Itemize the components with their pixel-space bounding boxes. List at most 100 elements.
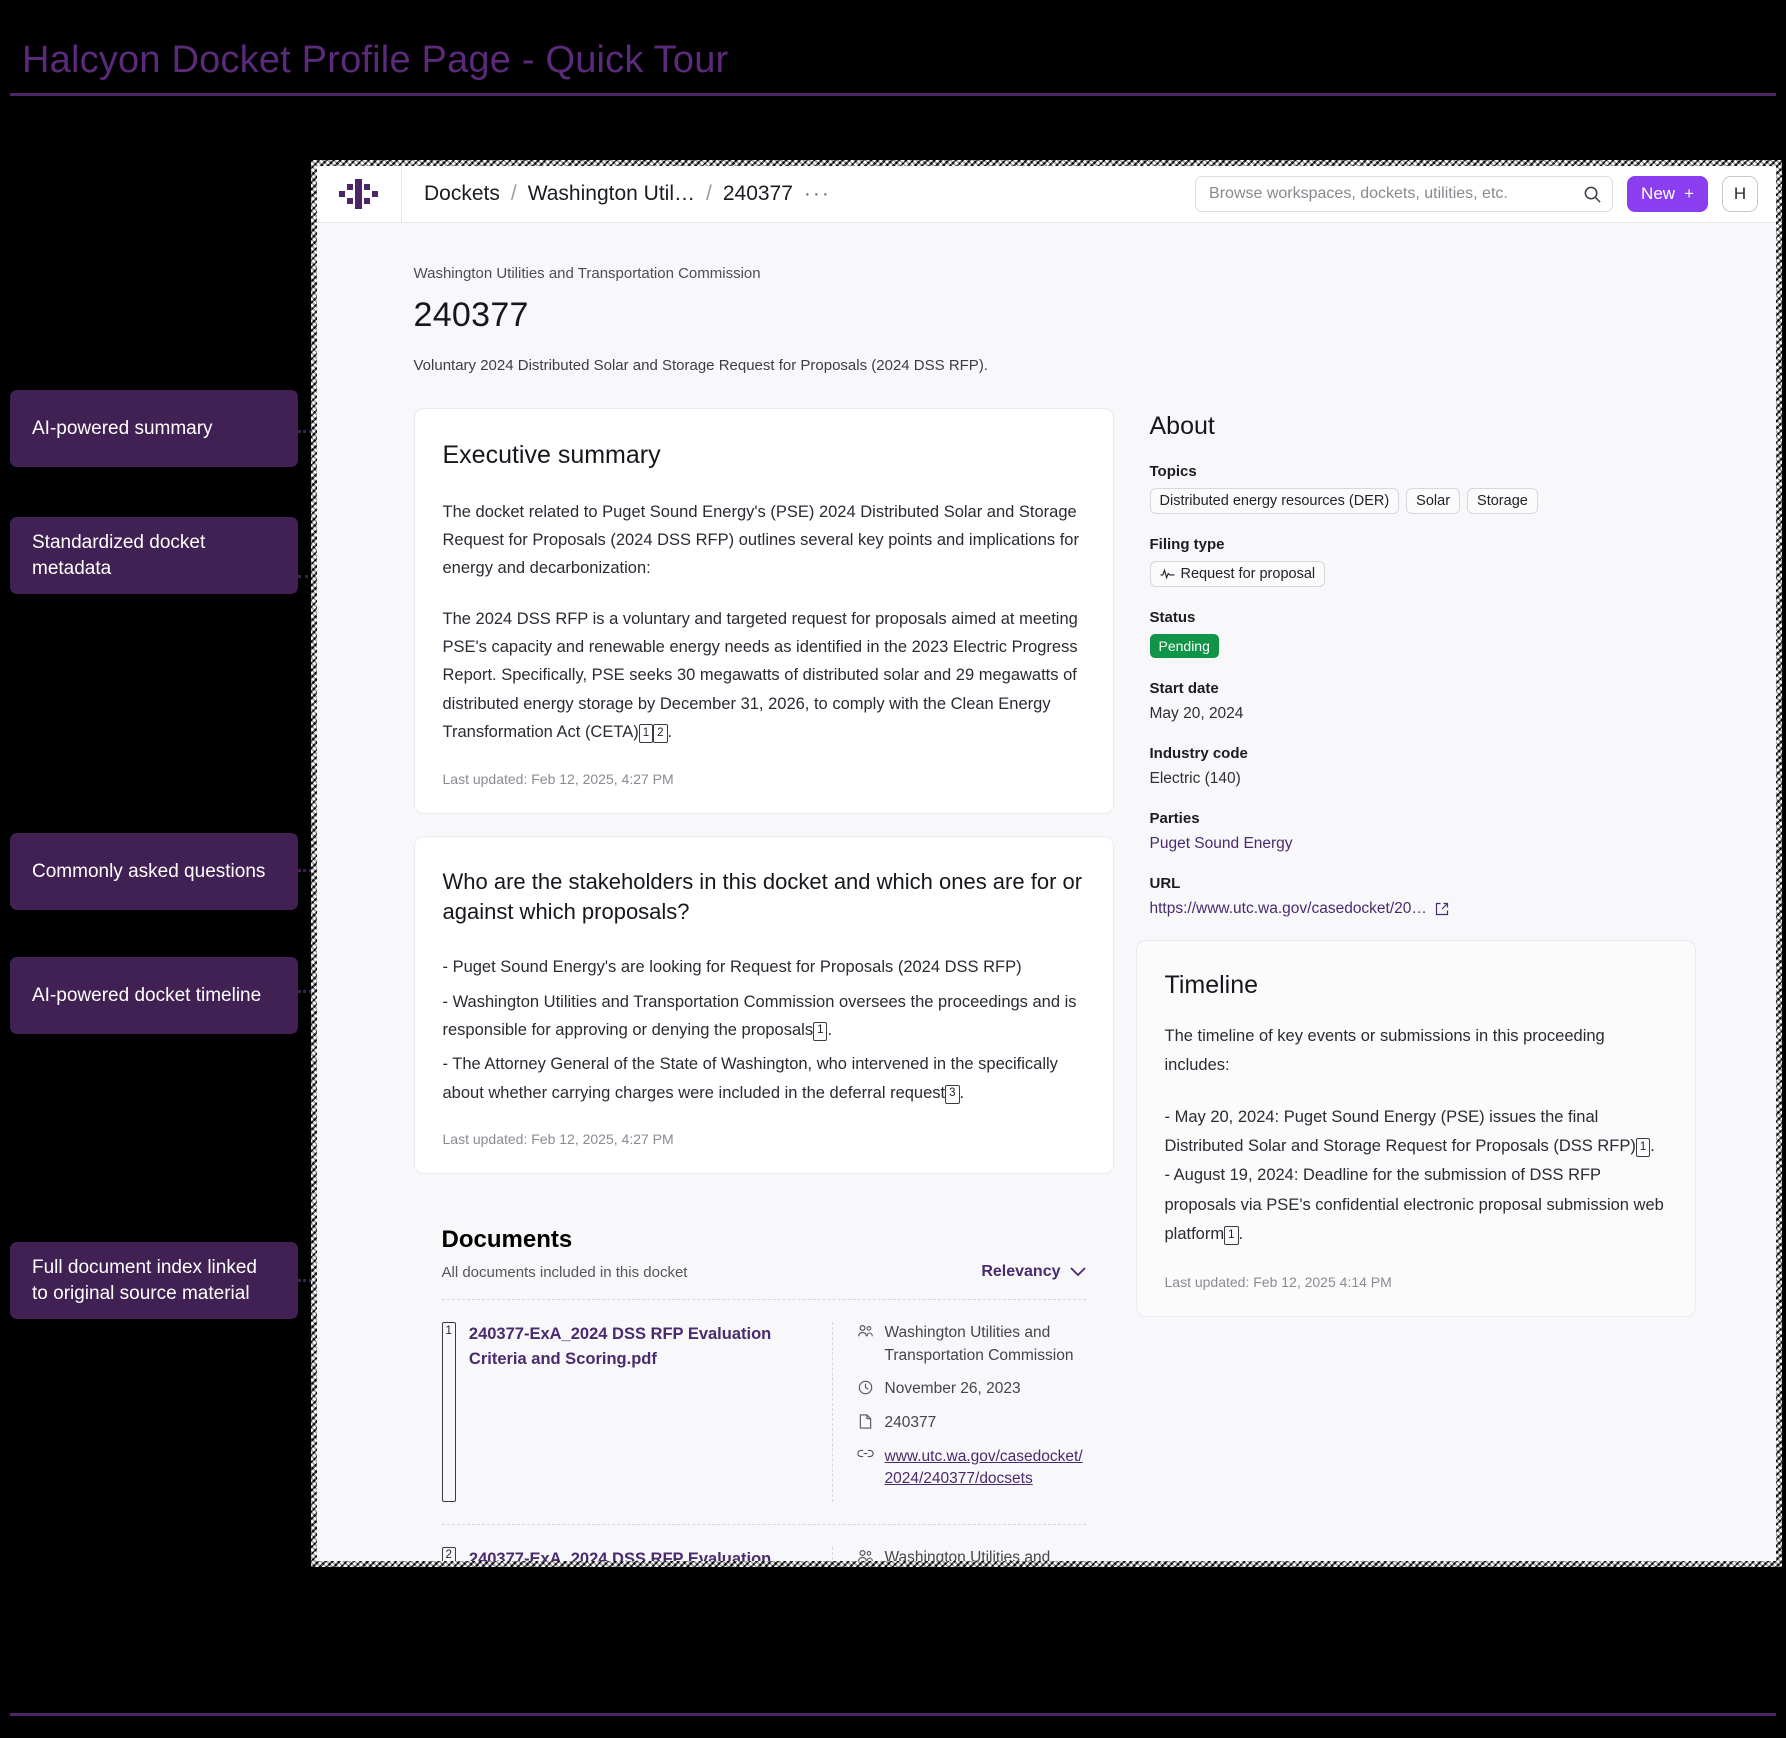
search-icon[interactable] [1583,185,1602,204]
breadcrumb-overflow-icon[interactable]: ··· [804,182,831,206]
author-text: Washington Utilities and Transportation … [885,1322,1086,1367]
page-title: 240377 [414,296,1692,335]
last-updated: Last updated: Feb 12, 2025 4:14 PM [1165,1274,1667,1290]
about-start-date: Start date May 20, 2024 [1150,680,1696,723]
timeline-item-tail: . [1650,1137,1655,1155]
filing-type-label: Filing type [1150,536,1696,553]
about-topics: Topics Distributed energy resources (DER… [1150,463,1696,514]
documents-section: Documents All documents included in this… [414,1196,1114,1561]
side-column: About Topics Distributed energy resource… [1136,408,1696,1317]
app-window: Dockets / Washington Util… / 240377 ··· … [317,166,1776,1561]
breadcrumb-item-dockets[interactable]: Dockets [424,182,500,206]
bottom-divider [10,1713,1776,1716]
faq-card: Who are the stakeholders in this docket … [414,836,1114,1175]
topic-chip[interactable]: Distributed energy resources (DER) [1150,488,1400,514]
document-meta-cell: Washington Utilities and Transportation … [833,1547,1086,1561]
topic-chip[interactable]: Storage [1467,488,1538,514]
external-link-icon[interactable] [1435,902,1449,916]
sort-dropdown[interactable]: Relevancy [981,1263,1085,1281]
industry-code-label: Industry code [1150,745,1696,762]
callout-timeline: AI-powered docket timeline [10,957,298,1034]
breadcrumb-item-docket[interactable]: 240377 [723,182,793,206]
paragraph-text: The 2024 DSS RFP is a voluntary and targ… [443,610,1078,742]
bullet-tail: . [960,1084,965,1102]
document-link[interactable]: 240377-ExA_2024 DSS RFP Evaluation Crite… [469,1322,814,1502]
documents-header: Documents All documents included in this… [442,1226,1086,1281]
new-button[interactable]: New + [1627,176,1708,212]
people-icon [857,1549,874,1561]
citation-chip[interactable]: 2 [442,1547,456,1561]
docket-header: Washington Utilities and Transportation … [402,265,1692,374]
table-row[interactable]: 2 240377-ExA_2024 DSS RFP Evaluation Cri… [442,1524,1086,1561]
timeline-item-1: - May 20, 2024: Puget Sound Energy (PSE)… [1165,1103,1667,1162]
avatar[interactable]: H [1722,176,1758,212]
topic-chip[interactable]: Solar [1406,488,1460,514]
last-updated: Last updated: Feb 12, 2025, 4:27 PM [443,1131,1085,1147]
document-title-cell: 1 240377-ExA_2024 DSS RFP Evaluation Cri… [442,1322,832,1502]
timeline-heading: Timeline [1165,971,1667,1000]
clock-icon [857,1380,874,1395]
url-link[interactable]: www.utc.wa.gov/casedocket/2024/240377/do… [885,1446,1086,1491]
page-body: Washington Utilities and Transportation … [317,223,1776,1561]
faq-bullet-1: - Puget Sound Energy's are looking for R… [443,953,1085,981]
document-link[interactable]: 240377-ExA_2024 DSS RFP Evaluation Crite… [469,1547,814,1561]
filing-type-chip[interactable]: Request for proposal [1150,561,1326,587]
topics-chip-list: Distributed energy resources (DER) Solar… [1150,488,1696,514]
citation-chip[interactable]: 1 [813,1022,827,1041]
citation-chip[interactable]: 1 [442,1322,456,1502]
search-input[interactable] [1209,185,1583,203]
two-column-layout: Executive summary The docket related to … [402,408,1692,1561]
plus-icon: + [1684,184,1694,204]
timeline-intro: The timeline of key events or submission… [1165,1022,1667,1081]
breadcrumb-item-workspace[interactable]: Washington Util… [528,182,695,206]
document-meta-cell: Washington Utilities and Transportation … [833,1322,1086,1502]
start-date-label: Start date [1150,680,1696,697]
about-parties: Parties Puget Sound Energy [1150,810,1696,853]
sort-dropdown-value: Relevancy [981,1263,1060,1281]
topbar-actions: New + H [1195,176,1776,212]
title-divider [10,93,1776,96]
executive-summary-card: Executive summary The docket related to … [414,408,1114,814]
callout-faq: Commonly asked questions [10,833,298,910]
timeline-card: Timeline The timeline of key events or s… [1136,940,1696,1317]
breadcrumb: Dockets / Washington Util… / 240377 ··· [402,182,831,206]
table-row[interactable]: 1 240377-ExA_2024 DSS RFP Evaluation Cri… [442,1299,1086,1524]
document-author: Washington Utilities and Transportation … [857,1322,1086,1367]
parties-link[interactable]: Puget Sound Energy [1150,835,1696,853]
docket-description: Voluntary 2024 Distributed Solar and Sto… [414,357,1692,374]
callout-ai-summary: AI-powered summary [10,390,298,467]
callout-label: Standardized docket metadata [32,530,276,580]
breadcrumb-separator: / [706,182,712,206]
about-status: Status Pending [1150,609,1696,658]
docket-text: 240377 [885,1412,937,1435]
documents-heading: Documents [442,1226,688,1254]
slide-title: Halcyon Docket Profile Page - Quick Tour [22,38,1786,84]
industry-code-value: Electric (140) [1150,770,1696,788]
citation-chip[interactable]: 2 [653,724,667,743]
citation-chip[interactable]: 3 [945,1085,959,1104]
bullet-text: - Washington Utilities and Transportatio… [443,993,1077,1039]
about-heading: About [1150,412,1696,441]
search-box[interactable] [1195,176,1613,212]
start-date-value: May 20, 2024 [1150,705,1696,723]
app-topbar: Dockets / Washington Util… / 240377 ··· … [317,166,1776,223]
citation-chip[interactable]: 1 [1636,1138,1650,1157]
about-panel: About Topics Distributed energy resource… [1136,408,1696,918]
activity-icon [1160,568,1175,580]
citation-chip[interactable]: 1 [1224,1226,1238,1245]
faq-question: Who are the stakeholders in this docket … [443,867,1085,928]
url-label: URL [1150,875,1696,892]
agency-name: Washington Utilities and Transportation … [414,265,1692,282]
citation-chip[interactable]: 1 [639,724,653,743]
url-value[interactable]: https://www.utc.wa.gov/casedocket/20… [1150,900,1427,918]
document-docket: 240377 [857,1412,1086,1435]
app-logo[interactable] [317,166,402,222]
callout-label: Full document index linked to original s… [32,1255,276,1305]
callout-doc-index: Full document index linked to original s… [10,1242,298,1319]
document-url[interactable]: www.utc.wa.gov/casedocket/2024/240377/do… [857,1446,1086,1491]
status-label: Status [1150,609,1696,626]
chevron-down-icon [1070,1267,1086,1277]
url-row[interactable]: https://www.utc.wa.gov/casedocket/20… [1150,900,1696,918]
content-wrapper: Washington Utilities and Transportation … [402,223,1692,1561]
executive-summary-paragraph-1: The docket related to Puget Sound Energy… [443,498,1085,583]
